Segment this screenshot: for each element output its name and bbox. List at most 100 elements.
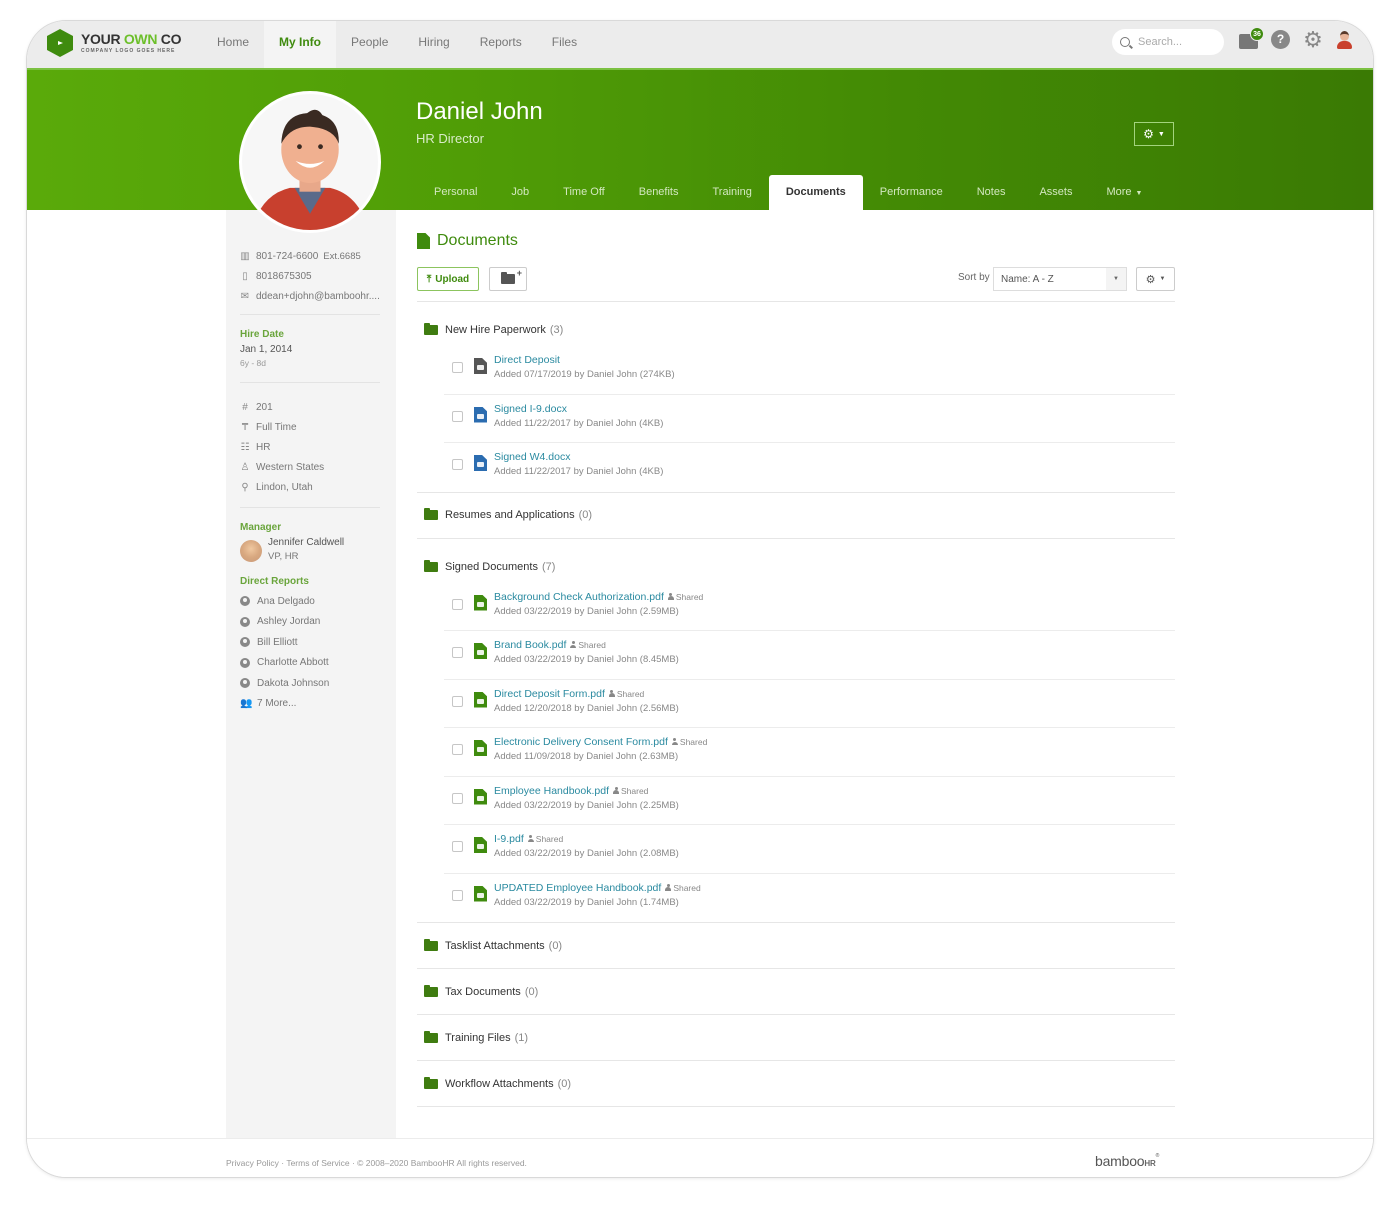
- folder-header[interactable]: Resumes and Applications (0): [417, 493, 1175, 538]
- tab-label: Personal: [434, 186, 478, 198]
- file-name-link[interactable]: Direct Deposit: [494, 354, 560, 366]
- person-icon: [570, 641, 577, 648]
- pdf-document-icon: [474, 885, 487, 902]
- search-box[interactable]: [1112, 29, 1224, 55]
- employee-number-value: 201: [256, 401, 273, 413]
- tab-more[interactable]: More ▼: [1089, 175, 1159, 210]
- file-name-link[interactable]: Signed I-9.docx: [494, 403, 567, 415]
- file-checkbox[interactable]: [452, 362, 463, 373]
- file-checkbox[interactable]: [452, 647, 463, 658]
- email[interactable]: ✉ ddean+djohn@bamboohr....: [240, 286, 380, 306]
- folder-header[interactable]: Tasklist Attachments (0): [417, 923, 1175, 968]
- file-name-link[interactable]: Direct Deposit Form.pdf: [494, 688, 605, 700]
- inbox-badge: 36: [1250, 27, 1264, 41]
- folder-icon: [424, 984, 438, 997]
- tab-label: Training: [712, 186, 752, 198]
- file-row: Signed I-9.docx Added 11/22/2017 by Danie…: [417, 395, 1175, 444]
- tab-benefits[interactable]: Benefits: [622, 175, 696, 210]
- terms-of-service-link[interactable]: Terms of Service: [286, 1158, 349, 1168]
- folder-header[interactable]: Tax Documents (0): [417, 969, 1175, 1014]
- division-value: Western States: [256, 461, 325, 473]
- file-checkbox[interactable]: [452, 744, 463, 755]
- direct-report-item[interactable]: Ashley Jordan: [240, 612, 380, 633]
- direct-report-item[interactable]: Dakota Johnson: [240, 673, 380, 694]
- inbox-button[interactable]: 36: [1239, 27, 1264, 50]
- nav-hiring[interactable]: Hiring: [403, 21, 464, 68]
- folder-count: (0): [524, 985, 539, 998]
- direct-report-item[interactable]: Bill Elliott: [240, 632, 380, 653]
- more-reports-link[interactable]: 👥 7 More...: [240, 694, 380, 715]
- privacy-policy-link[interactable]: Privacy Policy: [226, 1158, 279, 1168]
- file-checkbox[interactable]: [452, 792, 463, 804]
- folder-header[interactable]: Signed Documents (7): [417, 551, 1175, 583]
- search-input[interactable]: [1138, 36, 1218, 48]
- tab-performance[interactable]: Performance: [863, 175, 960, 210]
- settings-button[interactable]: ⚙: [1303, 29, 1323, 51]
- folder-icon: [424, 1076, 438, 1089]
- shared-label: Shared: [578, 640, 606, 650]
- folder-plus-icon: [501, 268, 522, 284]
- shared-badge: Shared: [570, 640, 606, 650]
- file-name-link[interactable]: Brand Book.pdf: [494, 639, 566, 651]
- direct-report-name: Ana Delgado: [257, 595, 315, 607]
- file-name-link[interactable]: UPDATED Employee Handbook.pdf: [494, 882, 661, 894]
- tab-personal[interactable]: Personal: [417, 175, 494, 210]
- file-checkbox[interactable]: [452, 459, 463, 470]
- manager-card[interactable]: Jennifer Caldwell VP, HR: [240, 537, 380, 562]
- upload-button[interactable]: ⤒ Upload: [417, 267, 479, 291]
- folder-header[interactable]: Training Files (1): [417, 1015, 1175, 1060]
- company-logo[interactable]: YOUR OWN CO COMPANY LOGO GOES HERE: [47, 29, 181, 57]
- sort-select[interactable]: Name: A - Z ▼: [993, 267, 1127, 291]
- folder-count: (7): [541, 560, 556, 573]
- file-row: Employee Handbook.pdf Shared Added 03/22/2…: [417, 777, 1175, 826]
- nav-home[interactable]: Home: [202, 21, 264, 68]
- file-checkbox[interactable]: [452, 410, 463, 422]
- direct-report-item[interactable]: Ana Delgado: [240, 591, 380, 612]
- more-reports-label: 7 More...: [257, 698, 297, 710]
- nav-my-info[interactable]: My Info: [264, 21, 337, 68]
- profile-sidebar: ▥ 801-724-6600 Ext.6685 ▯ 8018675305 ✉ ddean…: [226, 210, 396, 1138]
- tab-label: Notes: [976, 186, 1006, 198]
- new-folder-button[interactable]: [489, 267, 527, 291]
- folder-header[interactable]: Workflow Attachments (0): [417, 1061, 1175, 1106]
- tab-time-off[interactable]: Time Off: [546, 175, 622, 210]
- documents-settings-button[interactable]: ⚙ ▼: [1136, 267, 1175, 291]
- tab-notes[interactable]: Notes: [960, 175, 1023, 210]
- group-icon: 👥: [240, 698, 253, 710]
- help-icon: ?: [1271, 30, 1290, 49]
- file-checkbox[interactable]: [452, 841, 463, 852]
- user-avatar-button[interactable]: [1335, 30, 1353, 50]
- email-value[interactable]: ddean+djohn@bamboohr....: [256, 291, 380, 302]
- hash-icon: #: [242, 401, 248, 413]
- manager-name[interactable]: Jennifer Caldwell: [268, 537, 344, 548]
- app-window: YOUR OWN CO COMPANY LOGO GOES HERE Home M…: [26, 20, 1374, 1178]
- file-meta: Added 03/22/2019 by Daniel John (1.74MB): [494, 896, 679, 908]
- folder-header[interactable]: New Hire Paperwork (3): [417, 314, 1175, 346]
- footer: Privacy Policy · Terms of Service · © 20…: [27, 1138, 1373, 1177]
- file-checkbox[interactable]: [452, 695, 463, 707]
- help-button[interactable]: ?: [1271, 30, 1291, 50]
- envelope-icon: ✉: [240, 290, 250, 302]
- folder: Tasklist Attachments (0): [417, 923, 1175, 969]
- file-name-link[interactable]: Employee Handbook.pdf: [494, 785, 609, 797]
- file-checkbox[interactable]: [452, 889, 463, 901]
- nav-files[interactable]: Files: [537, 21, 592, 68]
- file-checkbox[interactable]: [452, 598, 463, 610]
- person-icon: [665, 883, 672, 891]
- direct-report-item[interactable]: Charlotte Abbott: [240, 653, 380, 674]
- profile-actions-button[interactable]: ⚙ ▼: [1134, 122, 1174, 146]
- tab-job[interactable]: Job: [494, 175, 546, 210]
- shared-badge: Shared: [608, 689, 644, 699]
- tab-assets[interactable]: Assets: [1022, 175, 1089, 210]
- file-name-link[interactable]: Signed W4.docx: [494, 451, 570, 463]
- tab-training[interactable]: Training: [695, 175, 768, 210]
- documents-title: Documents: [437, 232, 518, 249]
- file-name-link[interactable]: Electronic Delivery Consent Form.pdf: [494, 736, 668, 748]
- bamboohr-logo: bambooHR®: [1095, 1153, 1159, 1169]
- nav-reports[interactable]: Reports: [465, 21, 537, 68]
- nav-people[interactable]: People: [336, 21, 403, 68]
- file-name-link[interactable]: Background Check Authorization.pdf: [494, 591, 664, 603]
- tab-documents[interactable]: Documents: [768, 175, 863, 210]
- pdf-document-icon: [474, 740, 487, 756]
- file-name-link[interactable]: I-9.pdf: [494, 833, 524, 845]
